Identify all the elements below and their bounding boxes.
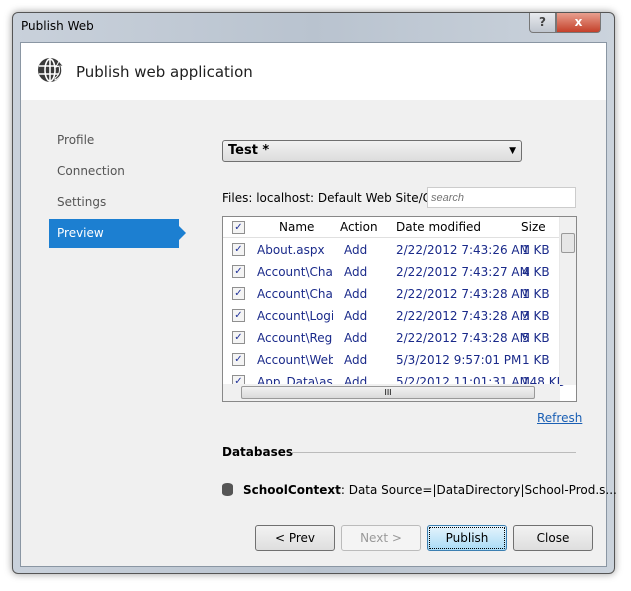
column-date[interactable]: Date modified [396,220,481,234]
cell-action: Add [344,243,368,257]
dialog-client: Publish web application Profile Connecti… [20,42,617,567]
cell-date: 2/22/2012 7:43:26 AM [396,243,530,257]
nav-connection[interactable]: Connection [49,157,179,186]
vertical-scrollbar[interactable] [559,217,576,385]
cell-action: Add [344,353,368,367]
close-window-button[interactable]: x [556,13,601,33]
table-row[interactable]: ✓ Account\Logi Add 2/22/2012 7:43:28 AM … [223,305,565,327]
cell-name: About.aspx [257,243,325,257]
cell-date: 5/3/2012 9:57:01 PM [396,353,522,367]
row-checkbox[interactable]: ✓ [232,287,245,300]
nav-profile[interactable]: Profile [49,126,179,155]
profile-dropdown[interactable]: Test * ▼ [222,140,522,162]
table-row[interactable]: ✓ Account\Web Add 5/3/2012 9:57:01 PM 1 … [223,349,565,371]
divider [291,452,576,453]
profile-selected: Test * [228,143,270,158]
cell-name: Account\Web [257,353,333,367]
cell-date: 2/22/2012 7:43:28 AM [396,309,530,323]
table-row[interactable]: ✓ Account\Char Add 2/22/2012 7:43:28 AM … [223,283,565,305]
cell-name: Account\Logi [257,309,333,323]
search-input[interactable] [427,187,576,208]
grid-header: ✓ Name Action Date modified Size [223,217,565,238]
refresh-link[interactable]: Refresh [537,411,582,425]
nav-settings[interactable]: Settings [49,188,179,217]
header: Publish web application [21,43,606,100]
databases-heading: Databases [222,445,294,459]
row-checkbox[interactable]: ✓ [232,265,245,278]
publish-button[interactable]: Publish [427,525,507,551]
globe-publish-icon [38,58,65,82]
scroll-thumb[interactable] [561,233,575,253]
files-grid: ✓ Name Action Date modified Size ✓ About… [222,216,577,402]
page-title: Publish web application [76,63,253,81]
column-name[interactable]: Name [279,220,314,234]
cell-action: Add [344,331,368,345]
cell-action: Add [344,265,368,279]
publish-web-dialog: Publish Web ? x Publish web application … [12,12,617,574]
cell-date: 2/22/2012 7:43:28 AM [396,287,530,301]
cell-action: Add [344,287,368,301]
cell-name: Account\Regi [257,331,333,345]
prev-button[interactable]: < Prev [255,525,335,551]
cell-date: 2/22/2012 7:43:28 AM [396,331,530,345]
next-button[interactable]: Next > [341,525,421,551]
database-icon [222,483,233,496]
help-button[interactable]: ? [529,13,556,33]
h-scroll-thumb[interactable]: III [241,386,535,399]
database-item: SchoolContext: Data Source=|DataDirector… [222,483,617,497]
column-size[interactable]: Size [521,220,546,234]
table-row[interactable]: ✓ Account\Char Add 2/22/2012 7:43:27 AM … [223,261,565,283]
table-row[interactable]: ✓ About.aspx Add 2/22/2012 7:43:26 AM 1 … [223,239,565,261]
window-title: Publish Web [21,19,94,33]
cell-name: Account\Char [257,265,333,279]
row-checkbox[interactable]: ✓ [232,353,245,366]
close-button[interactable]: Close [513,525,593,551]
cell-action: Add [344,309,368,323]
select-all-checkbox[interactable]: ✓ [232,221,245,234]
horizontal-scrollbar[interactable]: III [223,384,560,401]
nav-preview[interactable]: Preview [49,219,186,248]
row-checkbox[interactable]: ✓ [232,331,245,344]
files-label: Files: localhost: Default Web Site/Co... [222,191,450,205]
dropdown-arrow-icon: ▼ [509,146,516,156]
cell-name: Account\Char [257,287,333,301]
table-row[interactable]: ✓ Account\Regi Add 2/22/2012 7:43:28 AM … [223,327,565,349]
cell-date: 2/22/2012 7:43:27 AM [396,265,530,279]
column-action[interactable]: Action [340,220,378,234]
database-name: SchoolContext [243,483,341,497]
row-checkbox[interactable]: ✓ [232,243,245,256]
database-connection: : Data Source=|DataDirectory|School-Prod… [340,483,617,497]
row-checkbox[interactable]: ✓ [232,309,245,322]
